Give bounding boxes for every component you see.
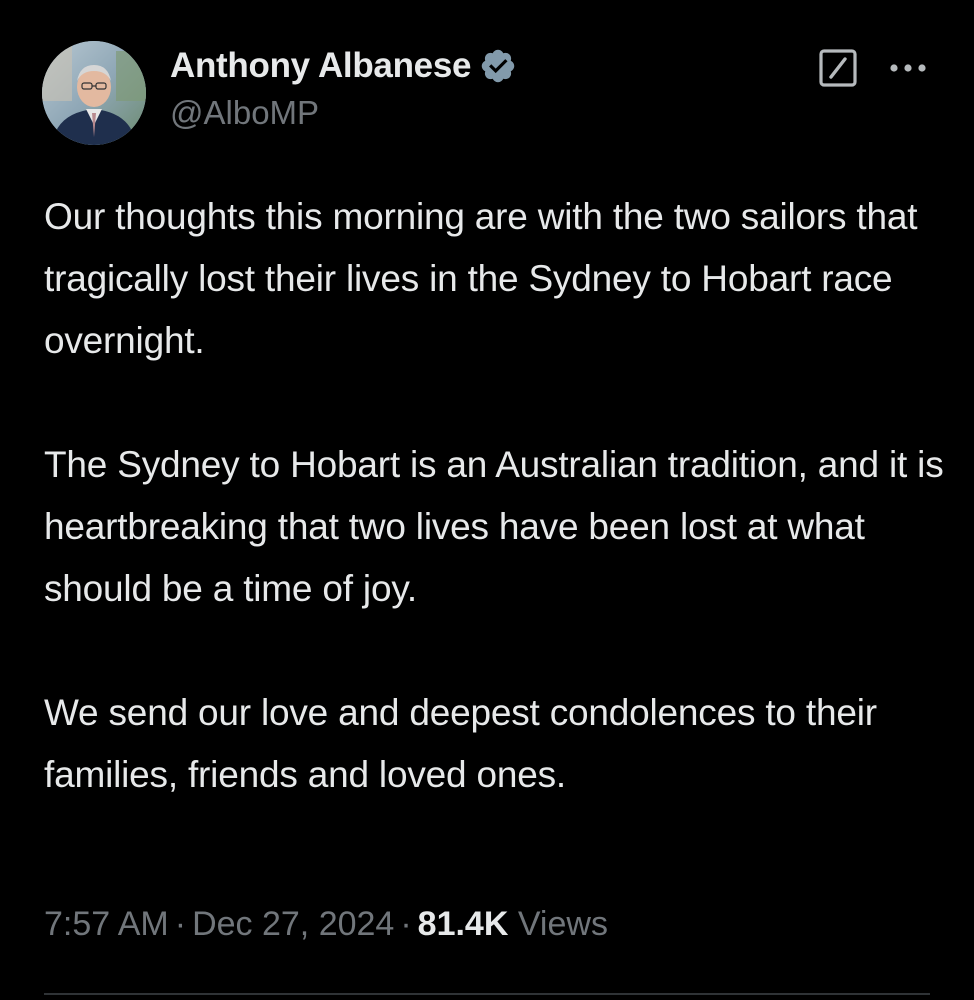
- views-count[interactable]: 81.4K: [418, 905, 509, 943]
- more-options-icon[interactable]: [888, 58, 928, 78]
- verified-badge-icon[interactable]: [479, 47, 517, 85]
- tweet-text: Our thoughts this morning are with the t…: [44, 186, 944, 806]
- meta-separator: ·: [400, 905, 412, 943]
- profile-photo-icon: [42, 41, 146, 145]
- tweet-paragraph: We send our love and deepest condolences…: [44, 692, 877, 795]
- tweet-paragraph: The Sydney to Hobart is an Australian tr…: [44, 444, 944, 609]
- tweet-detail: Anthony Albanese @AlboMP Our thoughts th…: [0, 0, 974, 1000]
- tweet-meta: 7:57 AM · Dec 27, 2024 · 81.4K Views: [44, 905, 608, 944]
- divider: [44, 993, 930, 995]
- views-label[interactable]: Views: [518, 905, 608, 943]
- tweet-time[interactable]: 7:57 AM: [44, 905, 169, 943]
- tweet-paragraph: Our thoughts this morning are with the t…: [44, 196, 918, 361]
- meta-separator: ·: [174, 905, 187, 943]
- grok-icon[interactable]: [818, 48, 858, 88]
- author-display-name[interactable]: Anthony Albanese: [170, 46, 471, 86]
- author-header: Anthony Albanese @AlboMP: [170, 44, 517, 132]
- author-avatar[interactable]: [42, 41, 146, 145]
- tweet-date[interactable]: Dec 27, 2024: [192, 905, 394, 943]
- author-handle[interactable]: @AlboMP: [170, 94, 517, 132]
- name-row: Anthony Albanese: [170, 44, 517, 88]
